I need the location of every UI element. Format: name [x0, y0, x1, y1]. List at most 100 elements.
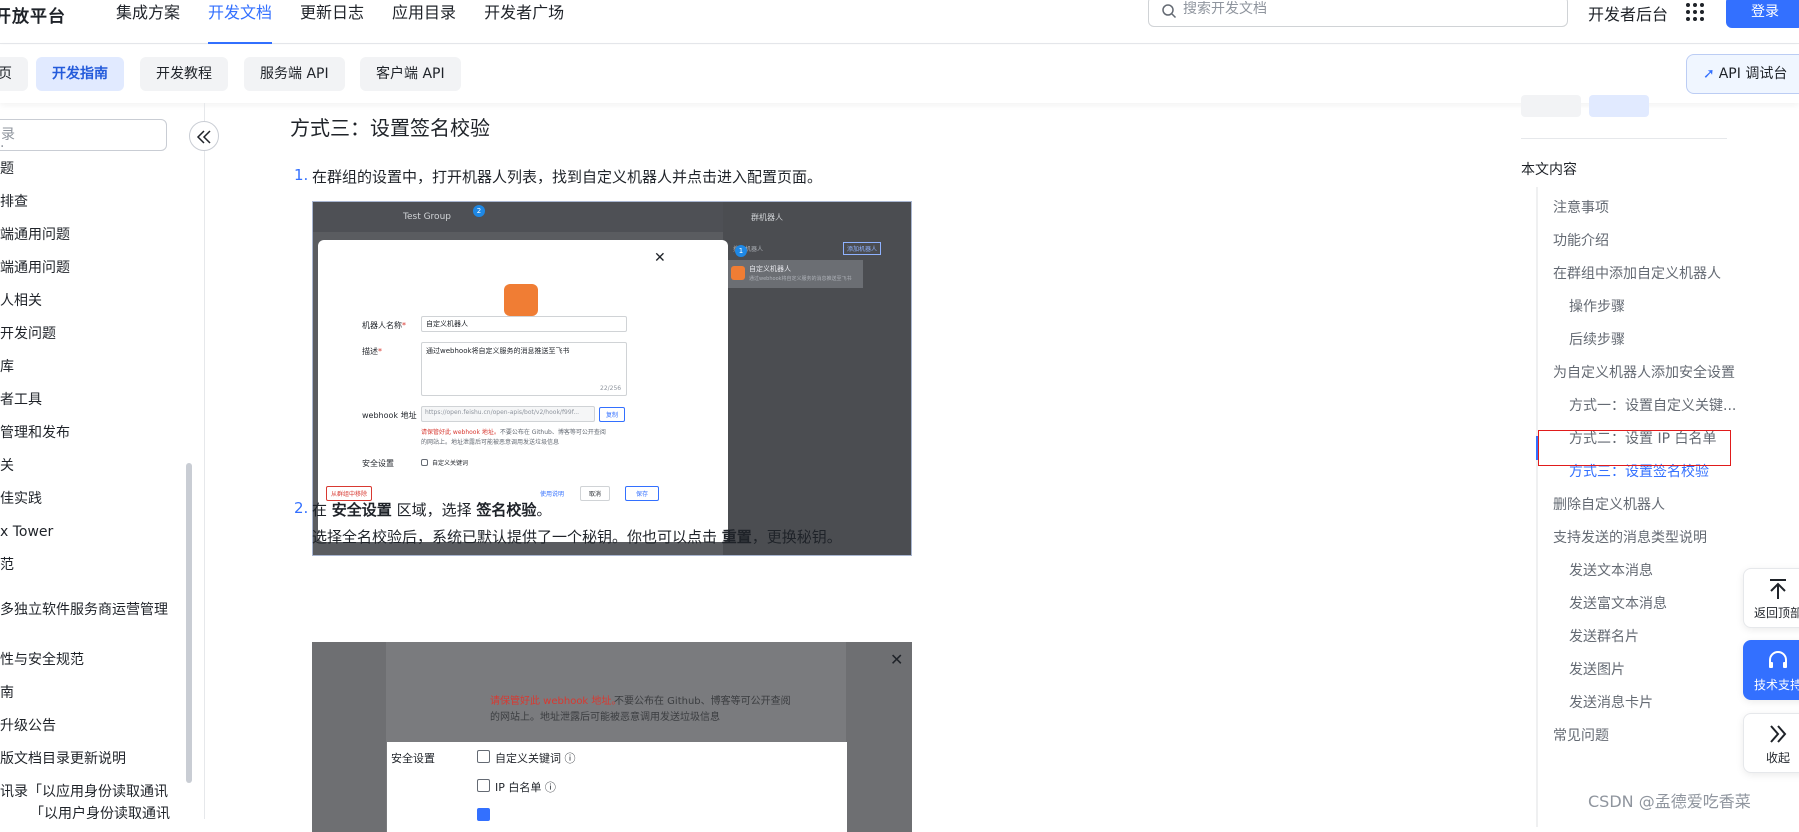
- sidebar-item[interactable]: 管理和发布: [0, 421, 70, 445]
- tech-support-button[interactable]: 技术支持: [1743, 640, 1799, 700]
- double-chevron-left-icon: [196, 130, 211, 144]
- nav-dev-docs[interactable]: 开发文档: [208, 0, 273, 44]
- sidebar-item[interactable]: 题: [0, 157, 14, 181]
- toc-action-button[interactable]: [1521, 95, 1581, 117]
- bot-desc: 通过webhook将自定义服务的消息推送至飞书: [749, 276, 852, 282]
- step-text: 在 安全设置 区域，选择 签名校验。: [312, 501, 552, 519]
- tab-dev-tutorial[interactable]: 开发教程: [140, 57, 228, 91]
- nav-changelog[interactable]: 更新日志: [300, 0, 364, 44]
- sidebar-item[interactable]: 范: [0, 553, 14, 577]
- sidebar-item[interactable]: 版文档目录更新说明: [0, 747, 126, 771]
- nav-dev-plaza[interactable]: 开发者广场: [484, 0, 564, 44]
- tech-support-label: 技术支持: [1753, 678, 1799, 692]
- toc-action-button[interactable]: [1589, 95, 1649, 117]
- sidebar-item[interactable]: 「以用户身份读取通讯: [30, 802, 170, 819]
- nav-integration[interactable]: 集成方案: [116, 0, 180, 44]
- toc-item[interactable]: 发送富文本消息: [1569, 593, 1667, 613]
- sidebar-item[interactable]: ·: [0, 135, 4, 159]
- label-webhook: webhook 地址: [362, 411, 417, 420]
- save-button: 保存: [625, 486, 660, 501]
- toc-item[interactable]: 方式一：设置自定义关键...: [1569, 395, 1736, 415]
- sidebar-search-input[interactable]: [0, 120, 166, 150]
- toc-item[interactable]: 发送群名片: [1569, 626, 1639, 646]
- apps-grid-icon[interactable]: [1686, 3, 1704, 21]
- back-to-top-label: 返回顶部: [1753, 606, 1799, 620]
- back-to-top-button[interactable]: 返回顶部: [1743, 568, 1799, 628]
- step-number: 2.: [294, 499, 309, 517]
- sidebar-item[interactable]: 讯录「以应用身份读取通讯: [0, 780, 168, 804]
- sidebar-item[interactable]: 关: [0, 454, 14, 478]
- toc-item[interactable]: 删除自定义机器人: [1553, 494, 1665, 514]
- toc-item[interactable]: 注意事项: [1553, 197, 1609, 217]
- sidebar-item[interactable]: 排查: [0, 190, 28, 214]
- search-input[interactable]: [1183, 1, 1553, 17]
- sidebar-item[interactable]: 南: [0, 681, 14, 705]
- collapse-button[interactable]: 收起: [1743, 713, 1799, 773]
- toc-item[interactable]: 为自定义机器人添加安全设置: [1553, 362, 1735, 382]
- toc-item[interactable]: 功能介绍: [1553, 230, 1609, 250]
- toc-item[interactable]: 在群组中添加自定义机器人: [1553, 263, 1721, 283]
- sidebar-item[interactable]: 佳实践: [0, 487, 42, 511]
- sidebar-item[interactable]: 者工具: [0, 388, 42, 412]
- toc-item[interactable]: 发送消息卡片: [1569, 692, 1653, 712]
- sidebar-scrollbar[interactable]: [186, 463, 192, 783]
- bot-panel: 群机器人 搜索机器人 添加机器人 自定义机器人 通过webhook将自定义服务的…: [723, 202, 911, 555]
- sidebar-item[interactable]: x Tower: [0, 520, 53, 544]
- dev-console-link[interactable]: 开发者后台: [1588, 1, 1668, 25]
- webhook-warning-line2: 的网站上。地址泄露后可能被恶意调用发送垃圾信息: [421, 439, 560, 446]
- arrow-up-icon: [1770, 579, 1786, 599]
- webhook-warning-line2: 的网站上。地址泄露后可能被恶意调用发送垃圾信息: [490, 712, 720, 723]
- webhook-value: https://open.feishu.cn/open-apis/bot/v2/…: [425, 409, 580, 416]
- usage-guide-link: 使用说明: [540, 491, 565, 498]
- label-security: 安全设置: [391, 752, 435, 765]
- cancel-button: 取消: [580, 486, 611, 501]
- search-icon: [1161, 3, 1177, 23]
- label-desc: 描述*: [362, 347, 382, 356]
- tab-dev-guide[interactable]: 开发指南: [36, 57, 124, 91]
- toc-item[interactable]: 后续步骤: [1569, 329, 1625, 349]
- webhook-warning-rest: 不要公布在 Github、博客等可公开查阅: [614, 696, 791, 707]
- sidebar-item[interactable]: 端通用问题: [0, 256, 70, 280]
- toc-item[interactable]: 常见问题: [1553, 725, 1609, 745]
- label-bot-name: 机器人名称*: [362, 321, 406, 330]
- toc-item[interactable]: 支持发送的消息类型说明: [1553, 527, 1707, 547]
- section-heading: 方式三：设置签名校验: [290, 116, 490, 140]
- sidebar-item[interactable]: 性与安全规范: [0, 648, 84, 672]
- toc-item[interactable]: 发送文本消息: [1569, 560, 1653, 580]
- webhook-warning: 请保管好此 webhook 地址。: [490, 696, 622, 707]
- double-chevron-right-icon: [1770, 725, 1787, 743]
- tab-server-api[interactable]: 服务端 API: [244, 57, 345, 91]
- top-bar: 开放平台 集成方案 开发文档 更新日志 应用目录 开发者广场 开发者后台 登录: [0, 0, 1799, 44]
- bot-name-value: 自定义机器人: [426, 320, 468, 328]
- brand-logo-text[interactable]: 开放平台: [0, 2, 66, 27]
- rocket-icon: ➚: [1703, 66, 1715, 82]
- tab-client-api[interactable]: 客户端 API: [360, 57, 461, 91]
- sidebar-item[interactable]: 库: [0, 355, 14, 379]
- sidebar-search[interactable]: [0, 119, 167, 151]
- left-sidebar: · 题 排查 端通用问题 端通用问题 人相关 开发问题 库 者工具 管理和发布 …: [0, 103, 205, 819]
- sidebar-item[interactable]: 端通用问题: [0, 223, 70, 247]
- toc-item[interactable]: 操作步骤: [1569, 296, 1625, 316]
- label-security: 安全设置: [362, 459, 394, 468]
- toc-item[interactable]: 发送图片: [1569, 659, 1625, 679]
- sidebar-item[interactable]: 多独立软件服务商运营管理: [0, 598, 168, 622]
- nav-app-directory[interactable]: 应用目录: [392, 0, 456, 44]
- login-button[interactable]: 登录: [1726, 0, 1799, 28]
- signature-checkbox: [477, 808, 490, 821]
- sidebar-item[interactable]: 升级公告: [0, 714, 56, 738]
- api-debug-label: API 调试台: [1718, 66, 1788, 82]
- copy-button: 复制: [599, 407, 626, 422]
- sidebar-item[interactable]: 开发问题: [0, 322, 56, 346]
- doc-search[interactable]: [1148, 0, 1568, 27]
- step-text-line2: 选择全名校验后，系统已默认提供了一个秘钥。你也可以点击 重置，更换秘钥。: [312, 528, 842, 546]
- bot-name: 自定义机器人: [749, 265, 791, 273]
- sidebar-item[interactable]: 人相关: [0, 289, 42, 313]
- desc-count: 22/256: [600, 385, 622, 392]
- api-debug-button[interactable]: ➚ API 调试台: [1686, 54, 1799, 94]
- tab-home[interactable]: 页: [0, 57, 28, 91]
- keyword-checkbox: [477, 750, 490, 763]
- add-bot-button: 添加机器人: [843, 242, 882, 255]
- top-nav: 集成方案 开发文档 更新日志 应用目录 开发者广场: [116, 0, 564, 44]
- group-name: Test Group: [403, 212, 451, 222]
- collapse-sidebar-button[interactable]: [189, 121, 219, 151]
